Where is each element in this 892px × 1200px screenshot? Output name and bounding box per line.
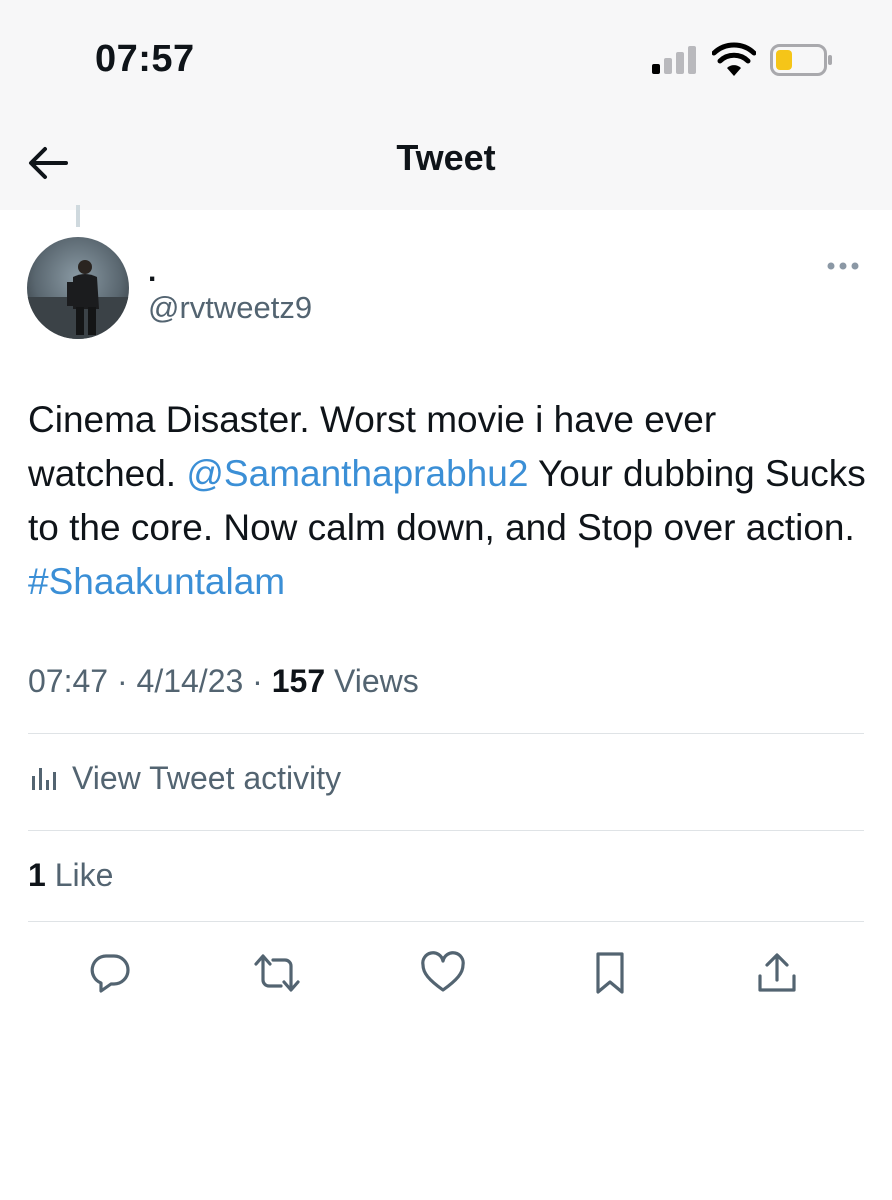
views-label: Views: [325, 663, 419, 699]
like-button[interactable]: [418, 948, 468, 998]
bookmark-button[interactable]: [585, 948, 635, 998]
meta-separator: ·: [108, 663, 137, 699]
tweet-text: Cinema Disaster. Worst movie i have ever…: [28, 393, 868, 609]
more-dots-icon: [827, 262, 859, 270]
thread-line: [76, 205, 80, 227]
likes-count: 1: [28, 857, 46, 893]
analytics-icon: [32, 768, 56, 790]
divider: [28, 733, 864, 734]
mention-link[interactable]: @Samanthaprabhu2: [186, 453, 528, 494]
wifi-icon: [712, 42, 756, 76]
tweet-time: 07:47: [28, 663, 109, 699]
view-tweet-activity-button[interactable]: View Tweet activity: [28, 758, 341, 798]
status-bar: 07:57: [0, 0, 892, 115]
retweet-button[interactable]: [252, 948, 302, 998]
divider: [28, 830, 864, 831]
status-time: 07:57: [95, 38, 195, 80]
avatar[interactable]: [27, 237, 129, 339]
hashtag-link[interactable]: #Shaakuntalam: [28, 561, 285, 602]
reply-icon: [90, 954, 130, 993]
likes-summary[interactable]: 1 Like: [28, 857, 113, 894]
likes-label: Like: [45, 857, 114, 893]
battery-low-icon: [770, 44, 832, 76]
tweet-date: 4/14/23: [136, 663, 244, 699]
views-count: 157: [271, 663, 326, 699]
like-icon: [421, 951, 465, 992]
author-display-name[interactable]: .: [148, 255, 156, 289]
bookmark-icon: [596, 952, 624, 994]
nav-bar: Tweet: [0, 115, 892, 210]
retweet-icon: [254, 954, 300, 992]
page-title: Tweet: [396, 137, 496, 178]
reply-button[interactable]: [85, 948, 135, 998]
more-options-button[interactable]: [823, 252, 863, 280]
author-handle[interactable]: @rvtweetz9: [148, 290, 312, 326]
share-icon: [758, 953, 796, 992]
meta-separator: ·: [243, 663, 272, 699]
avatar-image: [27, 237, 129, 339]
cellular-signal-icon: [652, 46, 696, 74]
activity-label: View Tweet activity: [72, 759, 342, 796]
divider: [28, 921, 864, 922]
share-button[interactable]: [752, 948, 802, 998]
tweet-meta: 07:47 · 4/14/23 · 157 Views: [28, 663, 419, 700]
